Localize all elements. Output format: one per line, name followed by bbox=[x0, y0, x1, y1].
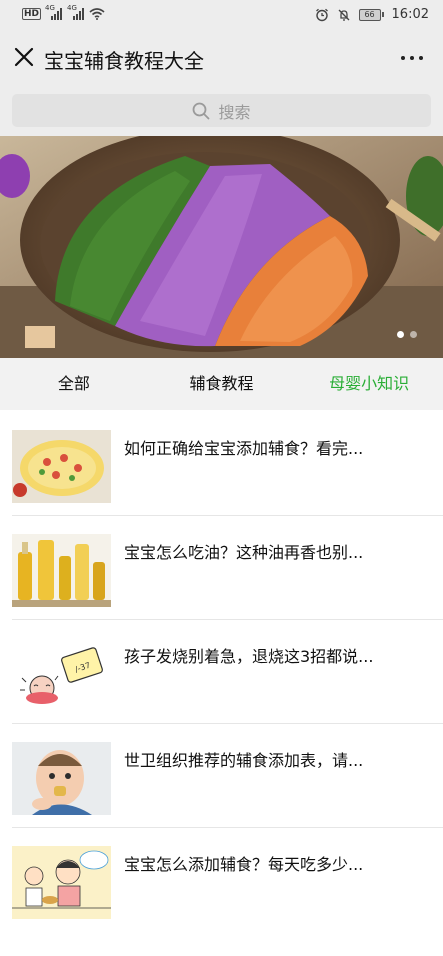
hd-icon: HD bbox=[22, 8, 42, 20]
carousel-dot bbox=[397, 331, 404, 338]
status-bar: HD 4G 4G 66 16:02 bbox=[0, 0, 443, 32]
search-icon bbox=[193, 102, 210, 119]
article-title: 宝宝怎么吃油？这种油再香也别... bbox=[124, 543, 364, 562]
category-tabs: 全部 辅食教程 母婴小知识 bbox=[0, 358, 443, 410]
clock: 16:02 bbox=[391, 7, 429, 22]
article-thumbnail: /-37 bbox=[12, 638, 111, 711]
page-title: 宝宝辅食教程大全 bbox=[44, 49, 204, 73]
list-item[interactable]: 如何正确给宝宝添加辅食？看完... bbox=[0, 412, 443, 516]
list-item[interactable]: 宝宝怎么吃油？这种油再香也别... bbox=[0, 516, 443, 620]
article-title: 宝宝怎么添加辅食？每天吃多少... bbox=[124, 855, 364, 874]
tab-tutorials[interactable]: 辅食教程 bbox=[148, 358, 296, 410]
carousel-indicator bbox=[397, 331, 417, 338]
tab-parenting-tips[interactable]: 母婴小知识 bbox=[295, 358, 443, 410]
network-type: 4G bbox=[45, 4, 55, 12]
article-title: 如何正确给宝宝添加辅食？看完... bbox=[124, 439, 364, 458]
list-item[interactable]: 宝宝怎么添加辅食？每天吃多少... bbox=[0, 828, 443, 932]
list-item[interactable]: 世卫组织推荐的辅食添加表，请... bbox=[0, 724, 443, 828]
banner-carousel[interactable] bbox=[0, 136, 443, 358]
close-button[interactable] bbox=[12, 45, 36, 69]
article-title: 孩子发烧别着急，退烧这3招都说... bbox=[124, 647, 374, 666]
tab-all[interactable]: 全部 bbox=[0, 358, 148, 410]
signal-icon: 4G bbox=[45, 4, 63, 20]
search-placeholder: 搜索 bbox=[218, 102, 251, 122]
article-thumbnail bbox=[12, 742, 111, 815]
article-thumbnail bbox=[12, 846, 111, 919]
battery-icon: 66 bbox=[358, 8, 384, 21]
network-type-2: 4G bbox=[67, 4, 77, 12]
article-thumbnail bbox=[12, 534, 111, 607]
article-list: 如何正确给宝宝添加辅食？看完... 宝宝怎么吃油？这种油再香也别... /-37… bbox=[0, 412, 443, 932]
signal-icon-2: 4G bbox=[67, 4, 85, 20]
more-button[interactable] bbox=[401, 46, 427, 68]
close-icon bbox=[14, 47, 34, 67]
status-right: 66 16:02 bbox=[315, 7, 429, 22]
banner-image bbox=[0, 136, 443, 358]
battery-level: 66 bbox=[358, 8, 381, 21]
status-left: HD 4G 4G bbox=[22, 4, 105, 20]
title-bar: 宝宝辅食教程大全 bbox=[0, 32, 443, 84]
article-thumbnail bbox=[12, 430, 111, 503]
wifi-icon bbox=[89, 8, 105, 20]
article-title: 世卫组织推荐的辅食添加表，请... bbox=[124, 751, 364, 770]
search-input[interactable]: 搜索 bbox=[12, 94, 431, 127]
search-bar: 搜索 bbox=[0, 84, 443, 136]
carousel-dot bbox=[410, 331, 417, 338]
alarm-icon bbox=[315, 8, 328, 21]
mute-icon bbox=[338, 9, 349, 21]
list-item[interactable]: /-37 孩子发烧别着急，退烧这3招都说... bbox=[0, 620, 443, 724]
